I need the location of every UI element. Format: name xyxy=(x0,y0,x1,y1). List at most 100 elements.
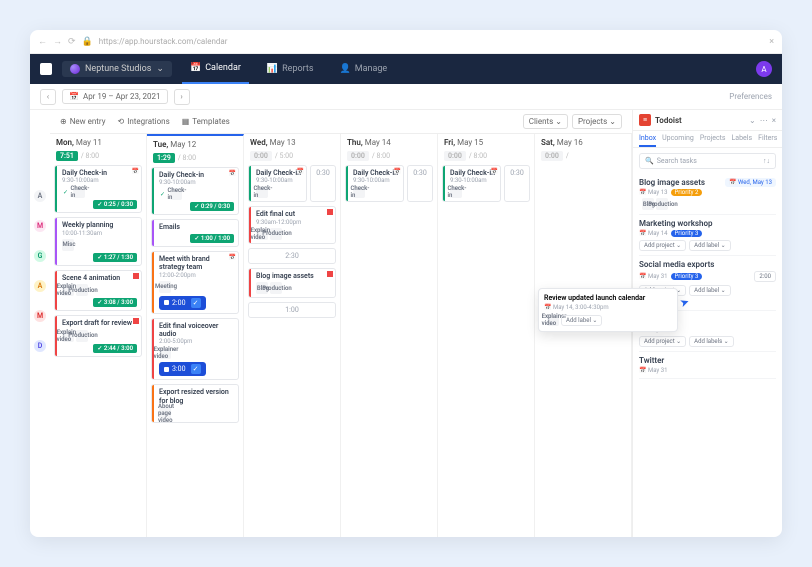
more-icon[interactable]: ⋯ xyxy=(760,116,768,125)
nav-manage[interactable]: 👤 Manage xyxy=(332,54,396,84)
task-selector[interactable]: Add labels ⌄ xyxy=(689,336,734,347)
time-badge: ✓ 2:44 / 3:00 xyxy=(93,344,137,353)
sort-icon[interactable]: ↑↓ xyxy=(763,157,770,165)
close-sidebar-icon[interactable]: × xyxy=(772,116,776,125)
popup-add-label[interactable]: Add label ⌄ xyxy=(561,315,602,326)
new-entry-button[interactable]: ⊕ New entry xyxy=(60,117,106,126)
time-entry-card[interactable]: 📅Daily Check-in9:30-10:00amCheck-in xyxy=(345,165,404,202)
day-hours: 1:29/ 8:00 xyxy=(147,151,243,167)
duration-slot[interactable]: 0:30 xyxy=(310,165,336,202)
drag-popup[interactable]: Review updated launch calendar 📅 May 14,… xyxy=(538,288,678,332)
next-week-button[interactable]: › xyxy=(174,89,190,105)
week-grid: Mon, May 11 7:51/ 8:00 📅Daily Check-in9:… xyxy=(50,134,632,537)
duration-slot[interactable]: 1:00 xyxy=(248,302,336,318)
time-entry-card[interactable]: 📅Daily Check-in9:30-10:00am✓Check-in✓ 0:… xyxy=(151,167,239,215)
time-entry-card[interactable]: 📅Daily Check-in9:30-10:00amCheck-in xyxy=(442,165,501,202)
preferences-link[interactable]: Preferences xyxy=(729,92,772,101)
tag: Misc xyxy=(62,239,74,251)
day-header: Mon, May 11 xyxy=(50,134,146,149)
forward-icon[interactable]: → xyxy=(53,36,62,47)
duration-slot[interactable]: 0:30 xyxy=(407,165,433,202)
play-timer[interactable]: 3:00✓ xyxy=(159,362,206,376)
day-header: Fri, May 15 xyxy=(438,134,534,149)
sidebar-header: ≡ Todoist ⌄ ⋯ × xyxy=(633,110,782,131)
time-entry-card[interactable]: Edit final cut9:30am-12:00pmExplainer vi… xyxy=(248,206,336,243)
reload-icon[interactable]: ⟳ xyxy=(68,37,76,47)
user-dot[interactable]: M xyxy=(34,220,46,232)
day-lane: Thu, May 14 0:00/ 8:00 📅Daily Check-in9:… xyxy=(341,134,438,537)
tag: About page video xyxy=(159,407,171,419)
date-range-picker[interactable]: 📅 Apr 19 – Apr 23, 2021 xyxy=(62,89,168,104)
tag: Production xyxy=(270,282,282,294)
sidebar-tab[interactable]: Filters xyxy=(758,131,777,147)
task-selector[interactable]: Add project ⌄ xyxy=(639,240,686,251)
user-dot[interactable]: A xyxy=(34,280,46,292)
calendar-icon: 📅 xyxy=(297,168,304,175)
task-selector[interactable]: Add label ⌄ xyxy=(689,240,730,251)
duration-slot[interactable]: 0:30 xyxy=(504,165,530,202)
search-tasks-input[interactable]: 🔍 Search tasks ↑↓ xyxy=(639,153,776,169)
sidebar-tab[interactable]: Upcoming xyxy=(662,131,694,147)
integrations-button[interactable]: ⟲ Integrations xyxy=(118,117,170,126)
prev-week-button[interactable]: ‹ xyxy=(40,89,56,105)
check-icon: ✓ xyxy=(159,191,166,198)
date-nav: ‹ 📅 Apr 19 – Apr 23, 2021 › Preferences xyxy=(30,84,782,110)
date-tag: 📅 May 31 xyxy=(639,273,668,280)
sidebar-tab[interactable]: Inbox xyxy=(639,131,656,147)
back-icon[interactable]: ← xyxy=(38,36,47,47)
projects-filter[interactable]: Projects ⌄ xyxy=(572,114,622,129)
priority-badge: Priority 2 xyxy=(671,189,703,196)
user-avatar[interactable]: A xyxy=(756,61,772,77)
flag-icon xyxy=(133,318,139,324)
nav-calendar[interactable]: 📅 Calendar xyxy=(182,54,249,84)
time-entry-card[interactable]: Scene 4 animationExplainer videoProducti… xyxy=(54,270,142,311)
time-entry-card[interactable]: Emails✓ 1:00 / 1:00 xyxy=(151,219,239,246)
flag-icon xyxy=(133,273,139,279)
calendar-icon: 📅 xyxy=(132,168,139,175)
task-selector[interactable]: Add project ⌄ xyxy=(639,336,686,347)
workspace-picker[interactable]: Neptune Studios ⌄ xyxy=(62,61,172,77)
chevron-down-icon: ⌄ xyxy=(156,64,164,74)
time-entry-card[interactable]: Blog image assetsBlogProduction xyxy=(248,268,336,298)
user-dot[interactable]: D xyxy=(34,340,46,352)
user-dot[interactable]: M xyxy=(34,310,46,322)
workspace-icon xyxy=(70,64,80,74)
time-entry-card[interactable]: Edit final voiceover audio2:00-5:00pmExp… xyxy=(151,318,239,381)
tag: Check-in xyxy=(353,186,365,198)
play-timer[interactable]: 2:00✓ xyxy=(159,296,206,310)
sidebar-tab[interactable]: Projects xyxy=(700,131,726,147)
url-text[interactable]: https://app.hourstack.com/calendar xyxy=(99,37,763,46)
duration-slot[interactable]: 2:30 xyxy=(248,248,336,264)
time-entry-card[interactable]: Export resized version for blogAbout pag… xyxy=(151,384,239,423)
app-logo[interactable] xyxy=(40,63,52,75)
calendar-icon: 📅 xyxy=(229,170,236,177)
chevron-down-icon[interactable]: ⌄ xyxy=(749,116,756,125)
tag: Meeting xyxy=(159,281,171,293)
task-duration: 2:00 xyxy=(754,271,776,282)
priority-badge: Priority 3 xyxy=(671,273,703,280)
time-entry-card[interactable]: Weekly planning10:00-11:30amMisc✓ 1:27 /… xyxy=(54,217,142,265)
time-entry-card[interactable]: Export draft for reviewExplainer videoPr… xyxy=(54,315,142,356)
clients-filter[interactable]: Clients ⌄ xyxy=(523,114,568,129)
tag: Production xyxy=(270,228,282,240)
time-badge: ✓ 1:00 / 1:00 xyxy=(190,234,234,243)
task-item[interactable]: Twitter📅 May 31 xyxy=(639,352,776,379)
day-lane: Fri, May 15 0:00/ 8:00 📅Daily Check-in9:… xyxy=(438,134,535,537)
sidebar-tab[interactable]: Labels xyxy=(732,131,753,147)
day-header: Tue, May 12 xyxy=(147,136,243,151)
time-entry-card[interactable]: 📅Meet with brand strategy team12:00-2:00… xyxy=(151,251,239,314)
templates-button[interactable]: ▦ Templates xyxy=(182,117,230,126)
time-entry-card[interactable]: 📅Daily Check-in9:30-10:00am✓Check-in✓ 0:… xyxy=(54,165,142,213)
user-dot[interactable]: G xyxy=(34,250,46,262)
close-icon[interactable]: × xyxy=(769,37,774,47)
task-selector[interactable]: Add label ⌄ xyxy=(689,285,730,296)
due-badge: 📅 Wed, May 13 xyxy=(725,178,776,187)
day-lane: Wed, May 13 0:00/ 5:00 📅Daily Check-in9:… xyxy=(244,134,341,537)
user-dot[interactable]: A xyxy=(34,190,46,202)
nav-reports[interactable]: 📊 Reports xyxy=(259,54,322,84)
task-item[interactable]: Marketing workshop📅 May 14Priority 3Add … xyxy=(639,215,776,256)
day-lane: Mon, May 11 7:51/ 8:00 📅Daily Check-in9:… xyxy=(50,134,147,537)
time-entry-card[interactable]: 📅Daily Check-in9:30-10:00amCheck-in xyxy=(248,165,307,202)
task-item[interactable]: Blog image assets📅 Wed, May 13📅 May 13Pr… xyxy=(639,174,776,215)
tag: Check-in xyxy=(256,186,268,198)
